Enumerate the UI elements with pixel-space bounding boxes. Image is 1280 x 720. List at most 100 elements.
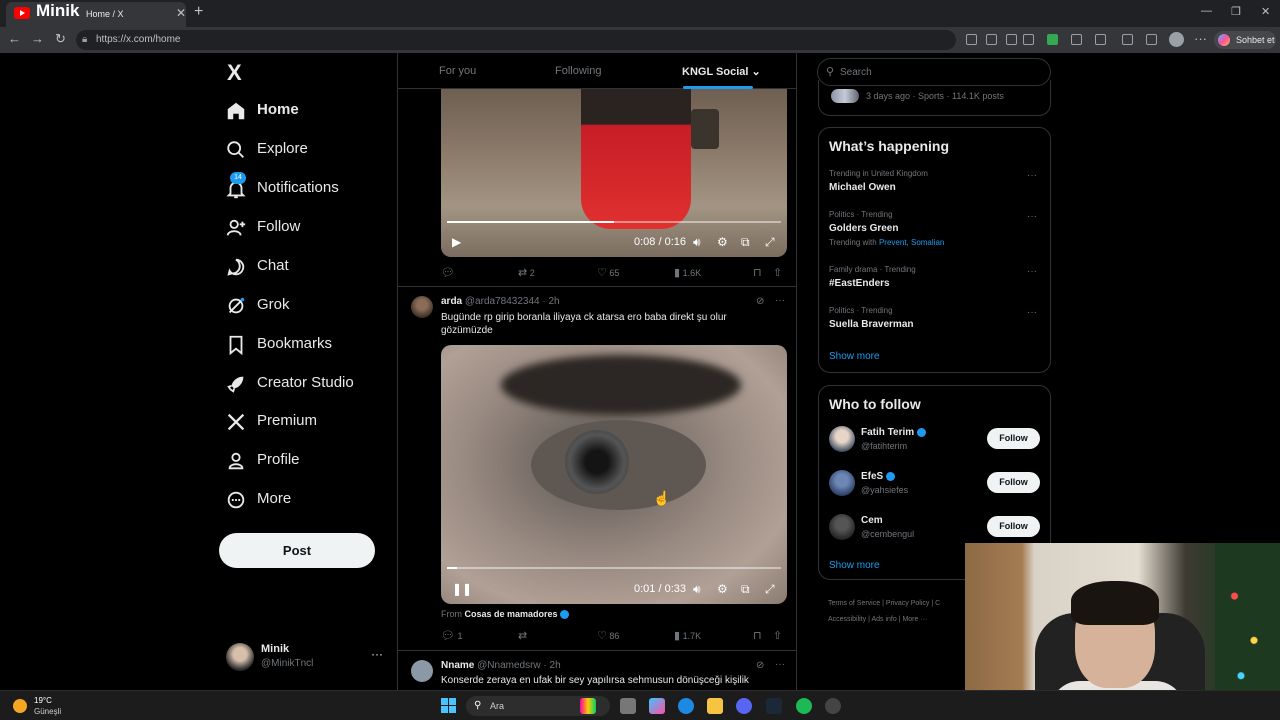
video-player[interactable]: ❚❚ 0:01 / 0:33 🔊︎ ⚙ ⧉ ⤢ <box>441 345 787 604</box>
share-icon[interactable]: ⇧ <box>773 629 782 642</box>
like-button[interactable]: ♡ 86 <box>597 629 619 642</box>
file-explorer-icon[interactable] <box>707 698 723 714</box>
reply-button[interactable]: 💬︎ 1 <box>441 629 463 642</box>
settings-gear-icon[interactable]: ⚙ <box>717 235 728 249</box>
footer-line[interactable]: Accessibility | Ads info | More ··· <box>828 612 978 628</box>
task-view-icon[interactable] <box>620 698 636 714</box>
pause-icon[interactable]: ❚❚ <box>452 582 472 596</box>
avatar[interactable] <box>829 426 855 452</box>
avatar[interactable] <box>411 296 433 318</box>
collections-icon[interactable] <box>1146 34 1157 45</box>
translate-icon[interactable] <box>986 34 997 45</box>
x-logo[interactable]: X <box>227 60 242 86</box>
video-progress-bar[interactable] <box>447 221 781 223</box>
tab-kngl-social[interactable]: KNGL Social ⌄ <box>682 65 761 78</box>
account-name[interactable]: EfeS <box>861 471 896 482</box>
nav-label: Explore <box>257 140 308 157</box>
copilot-app-icon[interactable] <box>649 698 665 714</box>
refresh-extension-icon[interactable] <box>1095 34 1106 45</box>
widgets-icon[interactable] <box>580 698 596 714</box>
bookmark-icon[interactable]: ⊓ <box>753 629 762 642</box>
spotify-icon[interactable] <box>796 698 812 714</box>
address-bar[interactable]: 🔒︎ https://x.com/home <box>76 30 956 50</box>
bookmark-icon[interactable]: ⊓ <box>753 266 762 279</box>
read-aloud-icon[interactable] <box>1006 34 1017 45</box>
new-tab-icon[interactable]: + <box>194 3 203 21</box>
more-dots-icon[interactable]: ··· <box>1027 170 1037 181</box>
follow-button[interactable]: Follow <box>987 516 1040 537</box>
like-button[interactable]: ♡ 65 <box>597 266 619 279</box>
back-icon[interactable]: ← <box>8 31 21 46</box>
avatar[interactable] <box>829 514 855 540</box>
share-icon[interactable]: ⇧ <box>773 266 782 279</box>
fullscreen-icon[interactable]: ⤢ <box>765 235 775 250</box>
show-more-link[interactable]: Show more <box>829 560 880 571</box>
grok-icon[interactable]: ⊘ <box>756 296 764 307</box>
fullscreen-icon[interactable]: ⤢ <box>765 582 775 597</box>
reply-button[interactable]: 💬︎ <box>441 266 455 279</box>
video-source-link[interactable]: Cosas de mamadores <box>465 609 558 619</box>
search-input[interactable]: ⚲ Search <box>817 58 1051 86</box>
video-player[interactable]: ▶ 0:08 / 0:16 🔊︎ ⚙ ⧉ ⤢ <box>441 89 787 257</box>
footer-links[interactable]: Terms of Service | Privacy Policy | C Ac… <box>828 596 978 628</box>
grok-icon[interactable]: ⊘ <box>756 660 764 671</box>
more-dots-icon[interactable]: ··· <box>1027 266 1037 277</box>
person-icon <box>228 452 244 470</box>
reload-icon[interactable]: ↻ <box>55 31 66 47</box>
volume-icon[interactable]: 🔊︎ <box>693 235 701 250</box>
avatar[interactable] <box>411 660 433 682</box>
obs-icon[interactable] <box>825 698 841 714</box>
show-more-link[interactable]: Show more <box>829 351 880 362</box>
profile-avatar-icon[interactable] <box>1169 32 1184 47</box>
app-icon[interactable] <box>966 34 977 45</box>
more-dots-icon[interactable]: ··· <box>1027 211 1037 222</box>
settings-gear-icon[interactable]: ⚙ <box>717 582 728 596</box>
tab-close-icon[interactable]: ✕ <box>176 6 186 20</box>
trend-with-links[interactable]: Prevent, Somalian <box>879 238 944 247</box>
video-progress-bar[interactable] <box>447 567 781 569</box>
more-dots-icon[interactable]: ··· <box>775 659 785 670</box>
views-button[interactable]: ▮ 1.6K <box>674 266 701 279</box>
restore-icon[interactable]: ❐ <box>1231 5 1241 18</box>
edge-browser-icon[interactable] <box>678 698 694 714</box>
favorite-star-icon[interactable] <box>1023 34 1034 45</box>
close-window-icon[interactable]: ✕ <box>1261 5 1270 18</box>
reply-icon: 💬︎ <box>441 630 455 642</box>
browser-tab[interactable]: Minik Home / X ✕ <box>6 1 186 27</box>
extension-icon[interactable] <box>1071 34 1082 45</box>
account-name[interactable]: Fatih Terim <box>861 427 926 438</box>
copilot-button[interactable]: Sohbet et <box>1214 31 1276 49</box>
minimize-icon[interactable]: — <box>1201 5 1212 17</box>
account-switcher[interactable]: Minik @MinikTncl ··· <box>226 641 386 675</box>
browser-menu-icon[interactable]: ··· <box>1194 31 1207 46</box>
discord-icon[interactable] <box>736 698 752 714</box>
browser-essentials-icon[interactable] <box>1122 34 1133 45</box>
footer-line[interactable]: Terms of Service | Privacy Policy | C <box>828 596 978 612</box>
follow-button[interactable]: Follow <box>987 472 1040 493</box>
post-button[interactable]: Post <box>219 533 375 568</box>
follow-button[interactable]: Follow <box>987 428 1040 449</box>
tab-for-you[interactable]: For you <box>439 65 476 77</box>
tweet-author[interactable]: arda @arda78432344 · 2h <box>441 296 560 307</box>
more-dots-icon[interactable]: ··· <box>775 295 785 306</box>
extension-green-icon[interactable] <box>1047 34 1058 45</box>
forward-icon[interactable]: → <box>31 31 44 46</box>
more-dots-icon[interactable]: ··· <box>1027 307 1037 318</box>
views-button[interactable]: ▮ 1.7K <box>674 629 701 642</box>
avatar[interactable] <box>829 470 855 496</box>
tweet-author[interactable]: Nname @Nnamedsrw · 2h <box>441 660 561 671</box>
divider <box>398 650 796 651</box>
account-name[interactable]: Cem <box>861 515 883 526</box>
more-dots-icon[interactable]: ··· <box>371 647 383 661</box>
sun-icon[interactable] <box>13 699 27 713</box>
retweet-button[interactable]: ⇄ 2 <box>518 266 535 279</box>
steam-icon[interactable] <box>766 698 782 714</box>
pip-icon[interactable]: ⧉ <box>741 235 750 250</box>
volume-icon[interactable]: 🔊︎ <box>693 582 701 597</box>
pip-icon[interactable]: ⧉ <box>741 582 750 597</box>
windows-start-icon[interactable] <box>441 698 456 713</box>
tab-following[interactable]: Following <box>555 65 601 77</box>
retweet-button[interactable]: ⇄ <box>518 629 527 642</box>
play-icon[interactable]: ▶ <box>452 235 461 249</box>
youtube-icon <box>14 7 30 19</box>
